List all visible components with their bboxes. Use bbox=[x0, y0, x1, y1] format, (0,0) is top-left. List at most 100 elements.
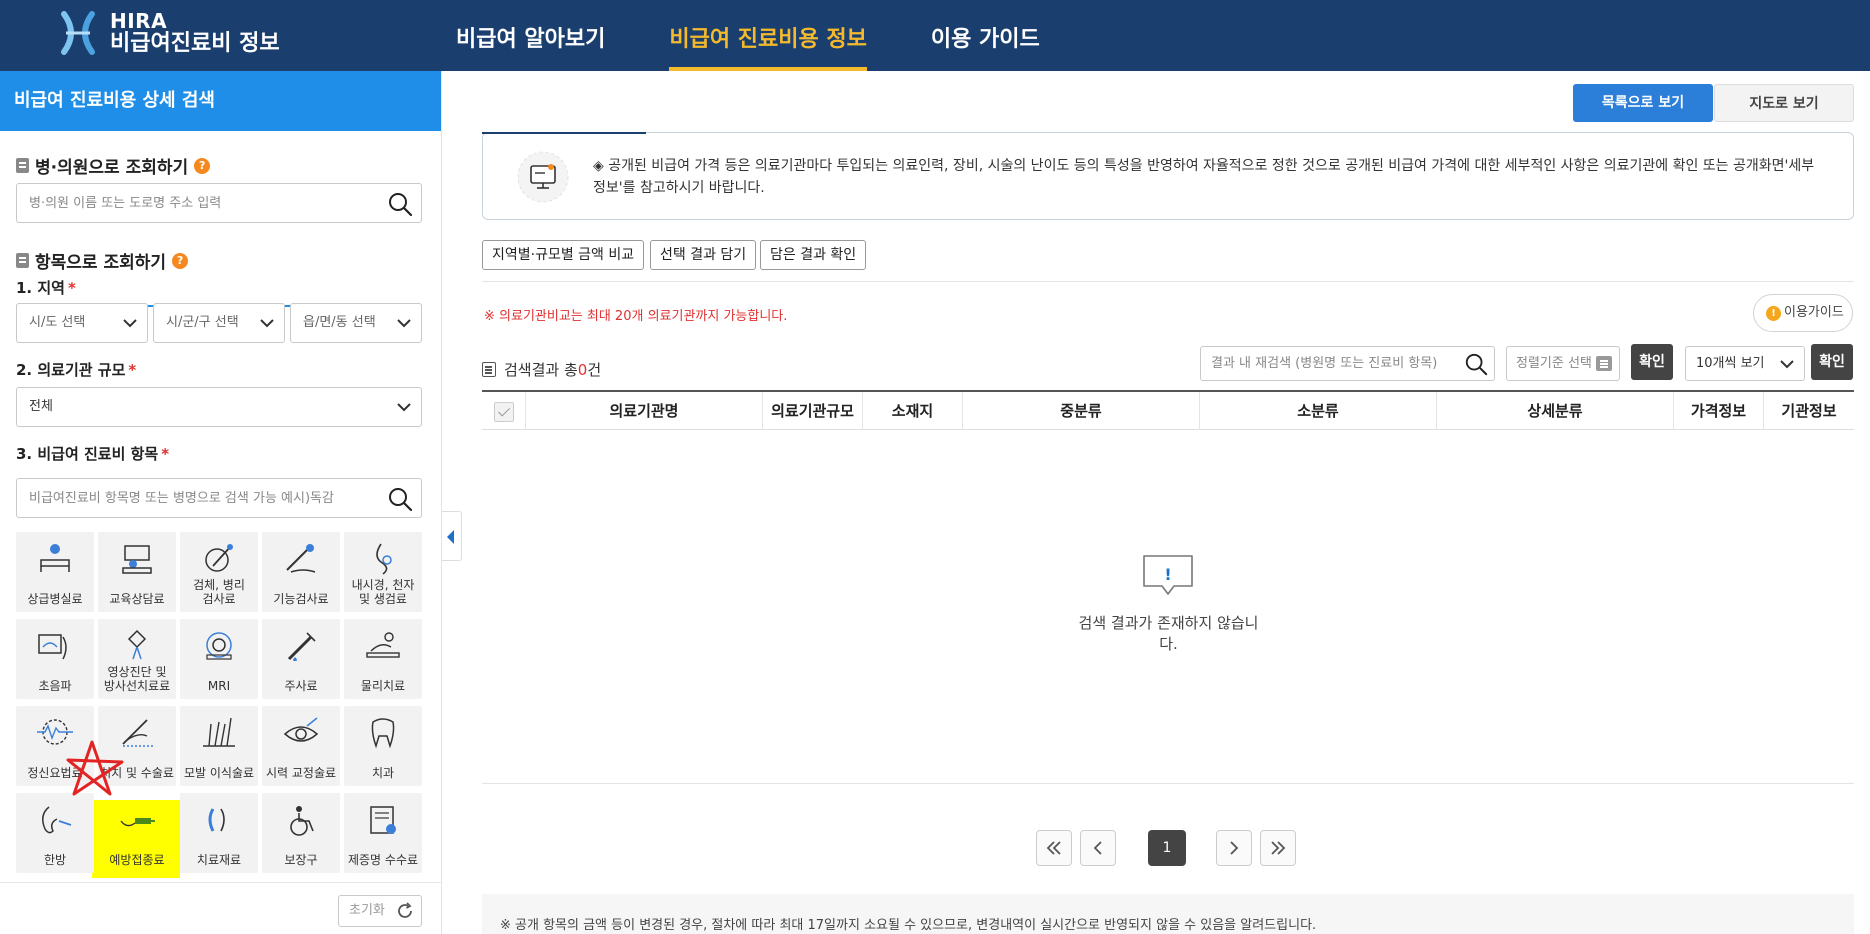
sigungu-select[interactable]: 시/군/구 선택 bbox=[153, 303, 285, 343]
required-mark: * bbox=[161, 445, 170, 463]
nav-usage-guide[interactable]: 이용 가이드 bbox=[931, 0, 1040, 71]
category-wheelchair[interactable]: 보장구 bbox=[262, 793, 340, 873]
last-page-button[interactable] bbox=[1260, 830, 1296, 866]
view-saved-results-button[interactable]: 담은 결과 확인 bbox=[760, 240, 867, 270]
category-label: 보장구 bbox=[284, 853, 318, 867]
item-label: 3. 비급여 진료비 항목 * bbox=[16, 443, 169, 464]
result-research-input[interactable] bbox=[1201, 347, 1451, 380]
surgery-icon bbox=[122, 719, 153, 747]
category-label: 모발 이식술료 bbox=[183, 766, 255, 780]
category-endoscope[interactable]: 내시경, 천자 및 생검료 bbox=[344, 532, 422, 612]
column-header[interactable]: 가격정보 bbox=[1674, 392, 1764, 430]
category-counseling[interactable]: 교육상담료 bbox=[98, 532, 176, 612]
search-icon[interactable] bbox=[387, 486, 413, 512]
list-view-button[interactable]: 목록으로 보기 bbox=[1573, 84, 1713, 122]
vaccination-icon bbox=[120, 818, 155, 827]
page-number-current[interactable]: 1 bbox=[1148, 830, 1186, 866]
category-injection[interactable]: 주사료 bbox=[262, 619, 340, 699]
category-physical-therapy[interactable]: 물리치료 bbox=[344, 619, 422, 699]
column-header[interactable]: 의료기관규모 bbox=[763, 392, 863, 430]
chevron-down-icon bbox=[123, 319, 137, 328]
category-hair-transplant[interactable]: 모발 이식술료 bbox=[180, 706, 258, 786]
column-header[interactable]: 의료기관명 bbox=[526, 392, 763, 430]
scale-label: 2. 의료기관 규모 * bbox=[16, 359, 136, 380]
chevron-down-icon bbox=[1780, 360, 1794, 369]
category-vaccination[interactable]: 예방접종료 bbox=[98, 793, 176, 873]
sido-select-value: 시/도 선택 bbox=[29, 315, 86, 330]
category-label: 물리치료 bbox=[360, 679, 406, 693]
category-label: 검체, 병리 검사료 bbox=[193, 578, 245, 606]
help-icon[interactable]: ? bbox=[194, 157, 211, 174]
page-size-confirm-button[interactable]: 확인 bbox=[1811, 344, 1853, 380]
add-selected-results-button[interactable]: 선택 결과 담기 bbox=[650, 240, 757, 270]
category-label: 주사료 bbox=[284, 679, 318, 693]
category-hospital-bed[interactable]: 상급병실료 bbox=[16, 532, 94, 612]
category-label: 교육상담료 bbox=[109, 592, 165, 606]
category-surgery[interactable]: 처치 및 수술료 bbox=[98, 706, 176, 786]
category-function-test[interactable]: 기능검사료 bbox=[262, 532, 340, 612]
sido-select[interactable]: 시/도 선택 bbox=[16, 303, 148, 343]
column-header[interactable]: 중분류 bbox=[963, 392, 1200, 430]
column-header[interactable]: 소재지 bbox=[863, 392, 963, 430]
scale-select[interactable]: 전체 bbox=[16, 387, 422, 427]
category-label: 한방 bbox=[43, 853, 67, 867]
category-treatment-material[interactable]: 치료재료 bbox=[180, 793, 258, 873]
hospital-search-title: 병·의원으로 조회하기 bbox=[35, 158, 189, 178]
category-certificate[interactable]: 제증명 수수료 bbox=[344, 793, 422, 873]
psychotherapy-icon bbox=[37, 719, 73, 745]
category-tooth[interactable]: 치과 bbox=[344, 706, 422, 786]
category-label: 상급병실료 bbox=[27, 592, 83, 606]
chevron-down-icon bbox=[397, 403, 411, 412]
page-size-select[interactable]: 10개씩 보기 bbox=[1685, 346, 1805, 381]
category-grid: 상급병실료 교육상담료 검체, 병리 검사료 기능검사료 내시경, 천자 및 생검료초음… bbox=[16, 532, 424, 873]
sidebar-title: 비급여 진료비용 상세 검색 bbox=[0, 71, 441, 131]
region-label: 1. 지역 * bbox=[16, 277, 76, 298]
radiology-icon bbox=[127, 629, 147, 660]
hira-logo[interactable]: HIRA 비급여진료비 정보 bbox=[60, 10, 280, 56]
category-label: 초음파 bbox=[38, 679, 72, 693]
results-table-header: 의료기관명 의료기관규모 소재지 중분류 소분류 상세분류 가격정보 기관정보 bbox=[482, 390, 1854, 430]
category-eye-correction[interactable]: 시력 교정술료 bbox=[262, 706, 340, 786]
sort-select[interactable]: 정렬기준 선택 bbox=[1506, 346, 1620, 381]
page-size-value: 10개씩 보기 bbox=[1696, 356, 1765, 371]
column-header[interactable]: 소분류 bbox=[1200, 392, 1437, 430]
sidebar-collapse-toggle[interactable] bbox=[442, 511, 462, 561]
info-icon: ! bbox=[1766, 306, 1781, 321]
item-search-box bbox=[16, 478, 422, 518]
select-all-checkbox[interactable] bbox=[494, 402, 514, 422]
map-view-button[interactable]: 지도로 보기 bbox=[1714, 84, 1854, 122]
category-radiology[interactable]: 영상진단 및 방사선치료료 bbox=[98, 619, 176, 699]
help-icon[interactable]: ? bbox=[172, 252, 189, 269]
category-label: 정신요법료 bbox=[27, 766, 83, 780]
category-mri[interactable]: MRI bbox=[180, 619, 258, 699]
eupmyeondong-select[interactable]: 읍/면/동 선택 bbox=[290, 303, 422, 343]
reset-button[interactable]: 초기화 bbox=[338, 895, 422, 927]
next-page-button[interactable] bbox=[1216, 830, 1252, 866]
hospital-search-input[interactable] bbox=[17, 184, 367, 222]
first-page-button[interactable] bbox=[1036, 830, 1072, 866]
sort-confirm-button[interactable]: 확인 bbox=[1631, 344, 1673, 380]
compare-region-scale-button[interactable]: 지역별·규모별 금액 비교 bbox=[482, 240, 645, 270]
item-search-input[interactable] bbox=[17, 479, 367, 517]
sort-select-value: 정렬기준 선택 bbox=[1516, 356, 1592, 371]
nav-noncovered-cost[interactable]: 비급여 진료비용 정보 bbox=[669, 0, 868, 71]
notice-text: ◈ 공개된 비급여 가격 등은 의료기관마다 투입되는 의료인력, 장비, 시술… bbox=[593, 158, 1815, 196]
column-header[interactable]: 기관정보 bbox=[1764, 392, 1854, 430]
search-icon[interactable] bbox=[1464, 352, 1488, 376]
category-ultrasound[interactable]: 초음파 bbox=[16, 619, 94, 699]
prev-page-button[interactable] bbox=[1080, 830, 1116, 866]
category-specimen-test[interactable]: 검체, 병리 검사료 bbox=[180, 532, 258, 612]
search-icon[interactable] bbox=[387, 191, 413, 217]
sigungu-select-value: 시/군/구 선택 bbox=[166, 315, 239, 330]
nav-noncovered-info[interactable]: 비급여 알아보기 bbox=[456, 0, 605, 71]
top-header: HIRA 비급여진료비 정보 비급여 알아보기 비급여 진료비용 정보 이용 가… bbox=[0, 0, 1870, 71]
column-header[interactable]: 상세분류 bbox=[1437, 392, 1674, 430]
category-label: 시력 교정술료 bbox=[265, 766, 337, 780]
usage-guide-button[interactable]: ! 이용가이드 bbox=[1753, 294, 1853, 332]
category-oriental-medicine[interactable]: 한방 bbox=[16, 793, 94, 873]
category-psychotherapy[interactable]: 정신요법료 bbox=[16, 706, 94, 786]
usage-guide-label: 이용가이드 bbox=[1784, 305, 1844, 320]
category-label: 치료재료 bbox=[196, 853, 242, 867]
comparison-limit-warning: ※ 의료기관비교는 최대 20개 의료기관까지 가능합니다. bbox=[484, 309, 788, 324]
empty-result-icon: ! bbox=[1143, 555, 1193, 595]
